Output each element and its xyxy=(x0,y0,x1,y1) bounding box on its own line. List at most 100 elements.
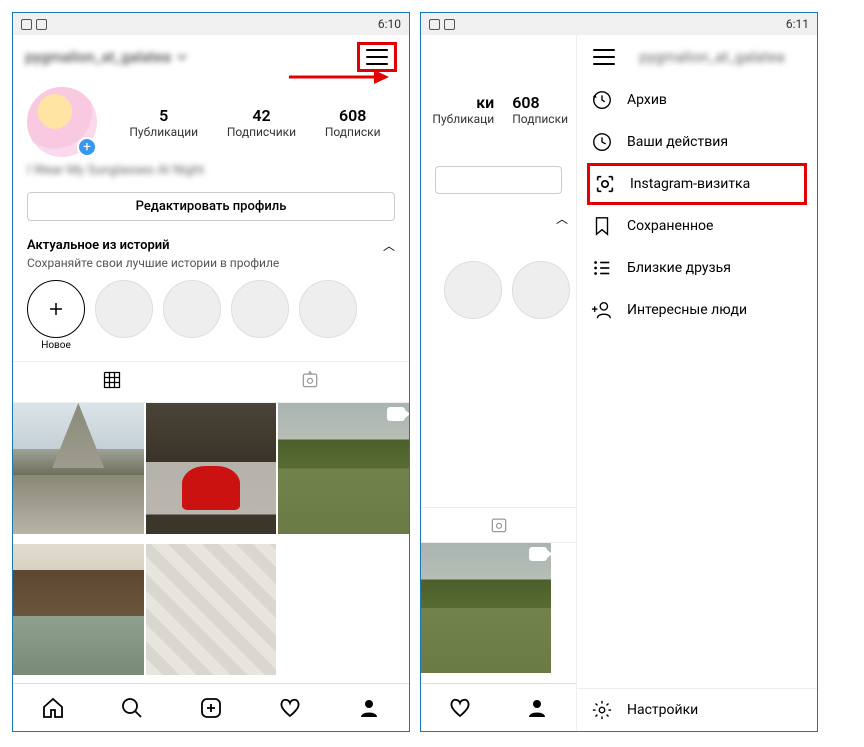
highlight-placeholder xyxy=(95,280,153,351)
phone-left: 6:10 pygmalion_at_galatea + 5 Публикации… xyxy=(12,12,410,732)
following-stat[interactable]: 608 Подписки xyxy=(325,106,381,139)
followers-stat[interactable]: 42 Подписчики xyxy=(227,106,296,139)
profile-bio: I Wear My Sunglasses At Night xyxy=(13,157,409,182)
posts-label-cut: Публикаци xyxy=(432,112,494,126)
posts-count: 5 xyxy=(129,106,198,125)
menu-close-friends-label: Близкие друзья xyxy=(627,260,731,276)
video-badge-icon xyxy=(387,407,405,421)
menu-discover[interactable]: Интересные люди xyxy=(577,289,817,331)
menu-archive[interactable]: Архив xyxy=(577,79,817,121)
photo-grid xyxy=(13,403,409,683)
menu-close-button[interactable] xyxy=(589,45,619,69)
video-badge-icon xyxy=(529,547,547,561)
profile-background-sliver: ки Публикаци 608 Подписки ︿ xyxy=(421,35,576,683)
hamburger-icon xyxy=(593,49,615,65)
following-label: Подписки xyxy=(325,125,381,139)
nav-profile[interactable] xyxy=(349,688,389,728)
following-label: Подписки xyxy=(512,112,568,126)
heart-icon xyxy=(278,696,302,720)
search-icon xyxy=(120,696,144,720)
post-thumbnail[interactable] xyxy=(13,544,144,675)
app-status-icon xyxy=(444,19,455,30)
bottom-nav-sliver xyxy=(421,683,576,731)
menu-close-friends[interactable]: Близкие друзья xyxy=(577,247,817,289)
hamburger-icon xyxy=(366,49,388,65)
menu-nametag[interactable]: Instagram-визитка xyxy=(587,163,807,205)
menu-settings[interactable]: Настройки xyxy=(577,688,817,731)
chevron-down-icon xyxy=(177,52,187,62)
archive-icon xyxy=(591,89,613,111)
post-thumbnail[interactable] xyxy=(278,403,409,534)
profile-avatar[interactable]: + xyxy=(27,87,97,157)
status-time: 6:11 xyxy=(786,17,809,31)
nav-activity[interactable] xyxy=(440,688,480,728)
profile-icon xyxy=(525,696,549,720)
plus-circle-icon xyxy=(27,280,85,338)
tutorial-arrow xyxy=(289,67,389,87)
menu-nametag-label: Instagram-визитка xyxy=(630,176,750,192)
side-menu-panel: pygmalion_at_galatea Архив Ваши действия… xyxy=(576,35,817,731)
status-left-icons xyxy=(429,19,455,30)
menu-discover-label: Интересные люди xyxy=(627,302,747,318)
posts-count-cut: ки xyxy=(432,93,494,112)
highlight-new-label: Новое xyxy=(41,340,71,351)
menu-saved[interactable]: Сохраненное xyxy=(577,205,817,247)
gear-icon xyxy=(591,699,613,721)
add-story-badge[interactable]: + xyxy=(77,137,97,157)
status-bar: 6:11 xyxy=(421,13,817,35)
post-empty xyxy=(278,544,409,675)
chevron-up-icon: ︿ xyxy=(383,237,395,254)
tagged-icon xyxy=(300,370,320,390)
grid-icon xyxy=(102,370,122,390)
highlights-header[interactable]: Актуальное из историй ︿ xyxy=(13,231,409,256)
list-icon xyxy=(591,257,613,279)
following-count: 608 xyxy=(512,93,568,112)
edit-profile-button[interactable]: Редактировать профиль xyxy=(27,192,395,221)
heart-icon xyxy=(448,696,472,720)
post-thumbnail[interactable] xyxy=(146,403,277,534)
nav-add[interactable] xyxy=(191,688,231,728)
tagged-tab[interactable] xyxy=(211,362,409,402)
username-text: pygmalion_at_galatea xyxy=(25,48,171,66)
highlight-placeholder xyxy=(299,280,357,351)
highlight-placeholder xyxy=(163,280,221,351)
add-person-icon xyxy=(591,299,613,321)
phone-right: 6:11 ки Публикаци 608 Подписки ︿ xyxy=(420,12,818,732)
profile-info-row: + 5 Публикации 42 Подписчики 608 Подписк… xyxy=(13,79,409,157)
chevron-up-icon: ︿ xyxy=(556,210,568,227)
status-bar: 6:10 xyxy=(13,13,409,35)
followers-label: Подписчики xyxy=(227,125,296,139)
post-thumbnail[interactable] xyxy=(146,544,277,675)
menu-list: Архив Ваши действия Instagram-визитка Со… xyxy=(577,79,817,688)
profile-stats: 5 Публикации 42 Подписчики 608 Подписки xyxy=(115,106,395,139)
panel-header: pygmalion_at_galatea xyxy=(577,35,817,79)
menu-archive-label: Архив xyxy=(627,92,667,108)
menu-settings-label: Настройки xyxy=(627,702,698,718)
nav-profile[interactable] xyxy=(517,688,557,728)
grid-tab[interactable] xyxy=(13,362,211,402)
instagram-status-icon xyxy=(429,19,440,30)
menu-saved-label: Сохраненное xyxy=(627,218,713,234)
nav-search[interactable] xyxy=(112,688,152,728)
highlights-subtitle: Сохраняйте свои лучшие истории в профиле xyxy=(13,256,409,276)
followers-count: 42 xyxy=(227,106,296,125)
post-thumbnail[interactable] xyxy=(13,403,144,534)
profile-icon xyxy=(357,696,381,720)
panel-username: pygmalion_at_galatea xyxy=(619,48,805,66)
highlight-placeholder xyxy=(231,280,289,351)
posts-stat[interactable]: 5 Публикации xyxy=(129,106,198,139)
nav-activity[interactable] xyxy=(270,688,310,728)
username-dropdown[interactable]: pygmalion_at_galatea xyxy=(25,48,187,66)
nav-home[interactable] xyxy=(33,688,73,728)
bookmark-icon xyxy=(591,215,613,237)
menu-activity-label: Ваши действия xyxy=(627,134,728,150)
highlights-row: Новое xyxy=(13,276,409,357)
bottom-nav xyxy=(13,683,409,731)
nametag-icon xyxy=(594,173,616,195)
tagged-icon xyxy=(489,515,509,535)
status-left-icons xyxy=(21,19,47,30)
menu-activity[interactable]: Ваши действия xyxy=(577,121,817,163)
add-post-icon xyxy=(199,696,223,720)
highlight-new[interactable]: Новое xyxy=(27,280,85,351)
instagram-status-icon xyxy=(21,19,32,30)
